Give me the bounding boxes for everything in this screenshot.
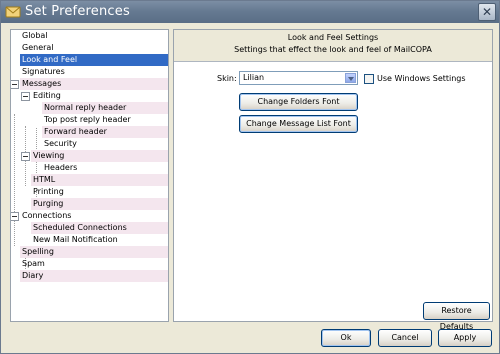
collapse-editing-icon[interactable] <box>21 92 30 101</box>
collapse-connections-icon[interactable] <box>11 212 19 221</box>
tree-item-look-and-feel[interactable]: Look and Feel <box>20 54 168 66</box>
tree-line <box>14 114 15 246</box>
tree-item-global[interactable]: Global <box>20 30 50 42</box>
tree-item-viewing[interactable]: Viewing <box>31 150 168 162</box>
tree-item-forward-header[interactable]: Forward header <box>42 126 168 138</box>
apply-button[interactable]: Apply <box>438 329 492 347</box>
close-button[interactable]: ✕ <box>478 3 496 21</box>
tree-item-html[interactable]: HTML <box>31 174 168 186</box>
change-folders-font-button[interactable]: Change Folders Font <box>239 93 358 111</box>
collapse-messages-icon[interactable] <box>11 80 19 89</box>
tree-item-printing[interactable]: Printing <box>31 186 66 198</box>
close-icon: ✕ <box>482 5 493 19</box>
preferences-window: Set Preferences ✕ Global General Look an… <box>0 0 500 354</box>
use-windows-settings-checkbox[interactable] <box>364 74 374 84</box>
app-icon <box>5 6 21 18</box>
tree-item-general[interactable]: General <box>20 42 56 54</box>
tree-item-diary[interactable]: Diary <box>20 270 168 282</box>
ok-button[interactable]: Ok <box>321 329 371 347</box>
tree-item-signatures[interactable]: Signatures <box>20 66 67 78</box>
tree-item-messages[interactable]: Messages <box>20 78 168 90</box>
settings-panel: Look and Feel Settings Settings that eff… <box>173 29 493 331</box>
tree-item-spelling[interactable]: Spelling <box>20 246 168 258</box>
skin-select[interactable]: Lilian <box>239 71 358 85</box>
tree-item-normal-reply-header[interactable]: Normal reply header <box>42 102 168 114</box>
title-bar[interactable]: Set Preferences ✕ <box>1 1 499 23</box>
skin-select-value: Lilian <box>243 73 265 82</box>
tree-item-headers[interactable]: Headers <box>42 162 79 174</box>
tree-item-top-post-reply-header[interactable]: Top post reply header <box>42 114 133 126</box>
tree-item-purging[interactable]: Purging <box>31 198 168 210</box>
tree-item-connections[interactable]: Connections <box>20 210 73 222</box>
cancel-button[interactable]: Cancel <box>378 329 432 347</box>
tree-item-spam[interactable]: Spam <box>20 258 47 270</box>
tree-item-new-mail-notification[interactable]: New Mail Notification <box>31 234 120 246</box>
collapse-viewing-icon[interactable] <box>21 152 30 161</box>
settings-subtitle: Settings that effect the look and feel o… <box>234 45 432 54</box>
tree-item-security[interactable]: Security <box>42 138 79 150</box>
chevron-down-icon[interactable] <box>345 73 356 83</box>
window-title: Set Preferences <box>25 4 130 19</box>
change-message-list-font-button[interactable]: Change Message List Font <box>239 115 358 133</box>
settings-title: Look and Feel Settings <box>287 33 379 42</box>
tree-item-scheduled-connections[interactable]: Scheduled Connections <box>31 222 168 234</box>
preferences-tree[interactable]: Global General Look and Feel Signatures … <box>10 29 169 322</box>
skin-label: Skin: <box>217 74 237 83</box>
tree-item-editing[interactable]: Editing <box>31 90 63 102</box>
restore-defaults-button[interactable]: Restore Defaults <box>423 302 490 331</box>
use-windows-settings-label[interactable]: Use Windows Settings <box>377 74 466 83</box>
